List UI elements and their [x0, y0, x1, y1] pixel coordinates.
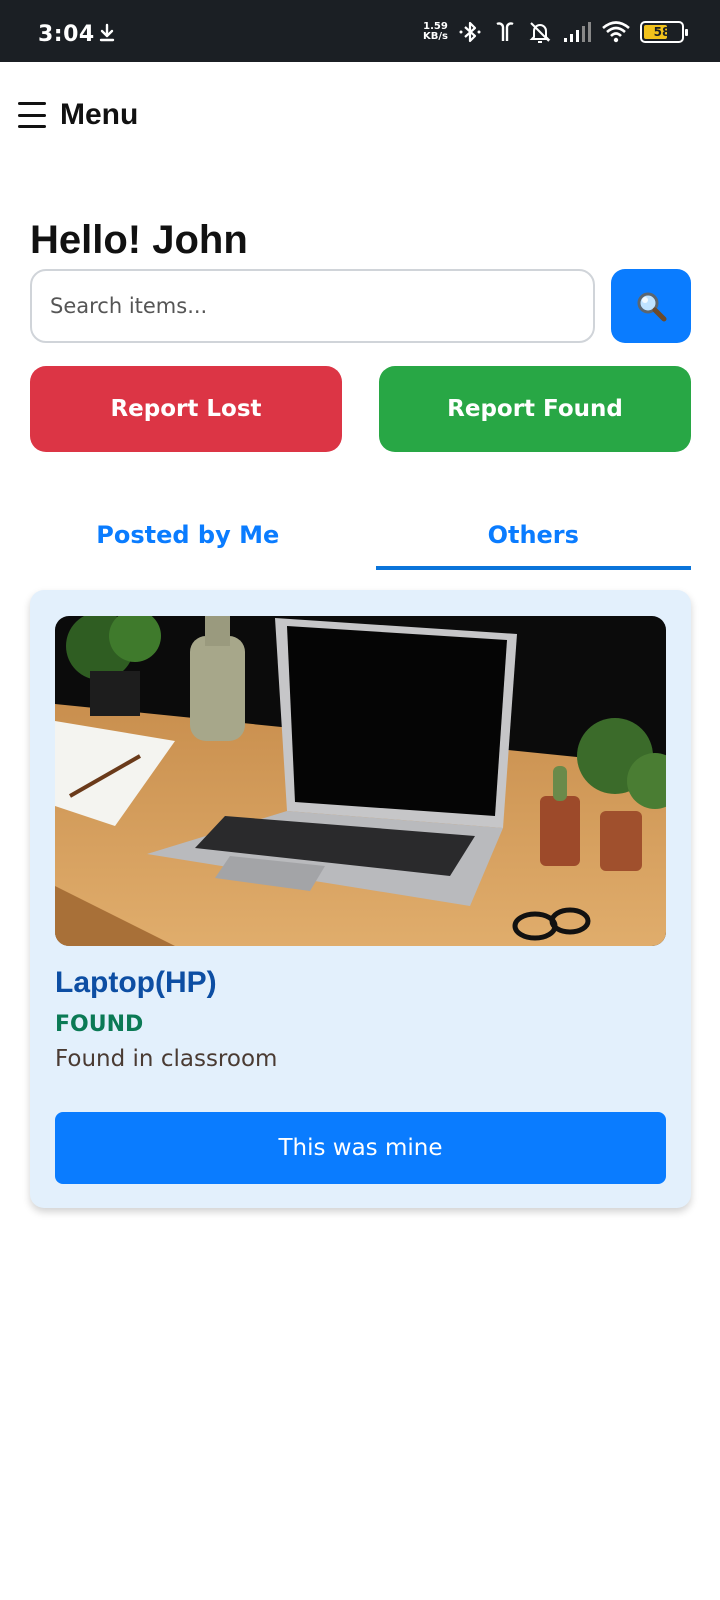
signal-icon [564, 22, 591, 42]
menu-label: Menu [60, 98, 139, 131]
item-title: Laptop(HP) [55, 966, 217, 999]
report-found-button[interactable]: Report Found [379, 366, 691, 452]
tab-others[interactable]: Others [375, 500, 692, 570]
greeting-title: Hello! John [30, 218, 248, 262]
bell-muted-icon [529, 22, 551, 43]
network-speed: 1.59 KB/s [423, 21, 448, 42]
search-icon [637, 292, 667, 322]
tab-bar: Posted by Me Others [30, 500, 691, 570]
hamburger-icon [18, 102, 46, 128]
menu-button[interactable]: Menu [18, 98, 138, 132]
item-image [55, 616, 666, 946]
item-card: Laptop(HP) FOUND Found in classroom This… [30, 590, 691, 1208]
download-icon [99, 23, 115, 42]
bluetooth-icon [459, 21, 481, 43]
battery-icon: 58 [640, 21, 688, 43]
wifi-icon [602, 21, 630, 43]
tab-posted-by-me[interactable]: Posted by Me [30, 500, 346, 570]
earbuds-icon [496, 22, 514, 41]
item-status-badge: FOUND [55, 1012, 144, 1037]
report-lost-button[interactable]: Report Lost [30, 366, 342, 452]
status-time: 3:04 [38, 22, 95, 47]
search-button[interactable] [611, 269, 691, 343]
search-input[interactable] [30, 269, 595, 343]
claim-item-button[interactable]: This was mine [55, 1112, 666, 1184]
item-description: Found in classroom [55, 1046, 278, 1072]
status-bar: 3:04 1.59 KB/s 58 [0, 0, 720, 62]
